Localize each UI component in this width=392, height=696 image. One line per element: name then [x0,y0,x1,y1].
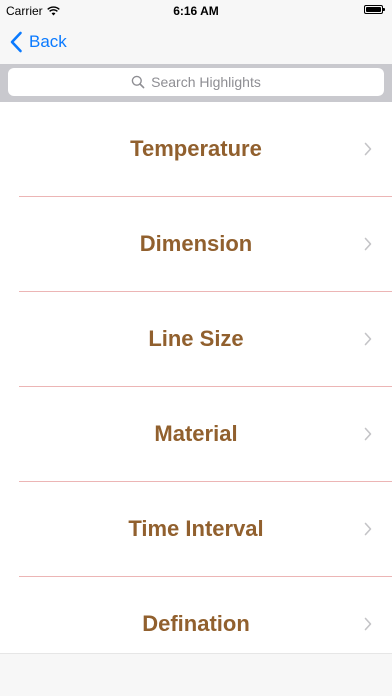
bottom-bar [0,653,392,696]
status-bar: Carrier 6:16 AM [0,0,392,20]
chevron-left-icon [10,31,22,53]
list-item-label: Line Size [148,326,244,351]
search-bar: Search Highlights [0,64,392,102]
list-item-label: Temperature [130,136,262,161]
chevron-right-icon [364,427,372,441]
list-item-material[interactable]: Material [0,387,392,481]
list-item-dimension[interactable]: Dimension [0,197,392,291]
list-item-label: Time Interval [128,516,264,541]
chevron-right-icon [364,332,372,346]
search-icon [131,75,145,89]
list-item-line-size[interactable]: Line Size [0,292,392,386]
list-item-time-interval[interactable]: Time Interval [0,482,392,576]
list-item-label: Material [154,421,238,446]
chevron-right-icon [364,522,372,536]
search-input[interactable]: Search Highlights [8,68,384,96]
highlights-list: Temperature Dimension Line Size Material [0,102,392,653]
search-placeholder: Search Highlights [151,74,261,90]
back-button[interactable]: Back [9,27,67,57]
status-time: 6:16 AM [173,4,219,18]
chevron-right-icon [364,237,372,251]
list-item-temperature[interactable]: Temperature [0,102,392,196]
navigation-bar: Back [0,20,392,64]
list-item-label: Defination [142,611,250,636]
app-screen: Carrier 6:16 AM Back Search Highlights T… [0,0,392,696]
chevron-right-icon [364,617,372,631]
chevron-right-icon [364,142,372,156]
back-label: Back [29,32,67,51]
battery-icon [364,5,386,15]
list-item-label: Dimension [139,231,253,256]
